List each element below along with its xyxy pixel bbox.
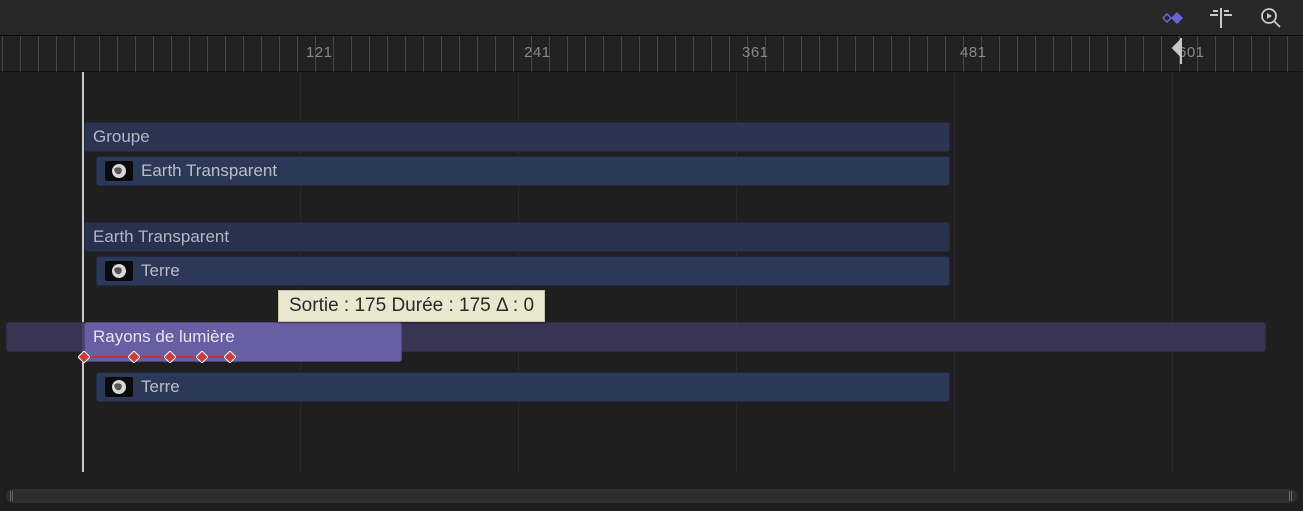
clip-bar[interactable]: Terre	[96, 372, 950, 402]
range-end-marker[interactable]	[1170, 38, 1184, 69]
scroll-handle-left[interactable]	[10, 491, 14, 501]
ruler-tick-label: 121	[306, 44, 333, 61]
clip-label: Terre	[141, 261, 180, 281]
group-bar[interactable]: Earth Transparent	[84, 222, 950, 252]
filter-label: Rayons de lumière	[93, 327, 235, 347]
keyframe-track[interactable]	[0, 350, 1303, 364]
horizontal-scrollbar[interactable]	[6, 489, 1297, 503]
clip-label: Earth Transparent	[141, 161, 277, 181]
ruler-tick-label: 241	[524, 44, 551, 61]
earth-thumbnail-icon	[105, 377, 133, 397]
keyframe-tool-icon[interactable]	[1157, 4, 1185, 32]
group-bar[interactable]: Groupe	[84, 122, 950, 152]
clip-label: Terre	[141, 377, 180, 397]
timeline-body: Groupe Earth Transparent Earth Transpare…	[0, 72, 1303, 472]
group-label: Earth Transparent	[93, 227, 229, 247]
trim-tooltip: Sortie : 175 Durée : 175 Δ : 0	[278, 290, 545, 322]
keyframe-marker[interactable]	[196, 350, 208, 362]
timeline-marker-tool-icon[interactable]	[1207, 4, 1235, 32]
earth-thumbnail-icon	[105, 161, 133, 181]
timeline-ruler[interactable]: 121 241 361 481 601	[0, 36, 1303, 72]
ruler-tick-label: 361	[742, 44, 769, 61]
group-label: Groupe	[93, 127, 150, 147]
keyframe-marker[interactable]	[224, 350, 236, 362]
clip-bar[interactable]: Earth Transparent	[96, 156, 950, 186]
scroll-handle-right[interactable]	[1289, 491, 1293, 501]
keyframe-marker[interactable]	[128, 350, 140, 362]
preview-tool-icon[interactable]	[1257, 4, 1285, 32]
keyframe-marker[interactable]	[164, 350, 176, 362]
keyframe-marker[interactable]	[78, 350, 90, 362]
ruler-tick-label: 481	[960, 44, 987, 61]
earth-thumbnail-icon	[105, 261, 133, 281]
clip-bar[interactable]: Terre	[96, 256, 950, 286]
timeline-toolbar	[0, 0, 1303, 36]
